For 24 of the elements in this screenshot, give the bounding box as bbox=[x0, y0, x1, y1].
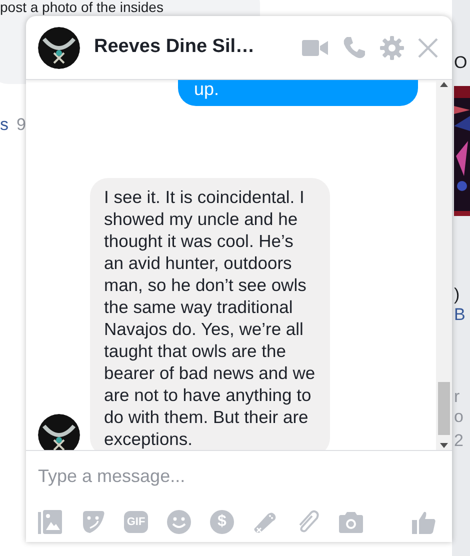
phone-icon[interactable] bbox=[342, 36, 366, 60]
message-bubble: I see it. It is coincidental. I showed my uncle and he thought it was cool. He’s an avid hunter, outdoors man, so he don’t see owls the same way traditional Navajos do. Yes, we’re all taught that owls are the bearer of bad news and we are not to have anything to do with them. But their are exceptions. bbox=[90, 178, 330, 450]
scroll-down-icon[interactable] bbox=[440, 443, 448, 448]
close-icon[interactable] bbox=[418, 38, 438, 58]
scrollbar-thumb[interactable] bbox=[438, 382, 450, 435]
message-bubble: up. bbox=[178, 80, 418, 106]
text-fragment: 9 bbox=[16, 114, 26, 136]
smiley-icon[interactable] bbox=[167, 510, 191, 534]
camera-icon[interactable] bbox=[339, 511, 363, 533]
avatar bbox=[38, 414, 80, 450]
text-fragment: r bbox=[454, 386, 460, 408]
video-icon[interactable] bbox=[302, 38, 328, 58]
scroll-up-icon[interactable] bbox=[440, 82, 448, 87]
sticker-icon[interactable] bbox=[81, 510, 105, 534]
avatar bbox=[38, 26, 80, 68]
text-fragment: O bbox=[454, 52, 468, 74]
text-fragment: o bbox=[454, 406, 464, 428]
post-text: post a photo of the insides bbox=[0, 0, 164, 15]
text-fragment: 2 bbox=[454, 430, 464, 452]
game-controller-icon[interactable] bbox=[253, 510, 277, 534]
chat-title[interactable]: Reeves Dine Sil… bbox=[94, 33, 288, 62]
photo-icon[interactable] bbox=[38, 510, 62, 534]
text-fragment: s bbox=[0, 114, 8, 136]
thumbs-up-icon[interactable] bbox=[412, 510, 436, 534]
